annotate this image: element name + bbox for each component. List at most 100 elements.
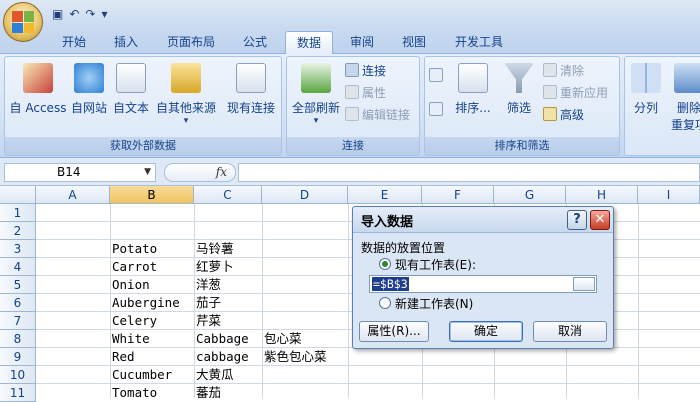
filter-button[interactable]: 筛选 [501, 63, 537, 116]
ok-button[interactable]: 确定 [449, 321, 523, 342]
advanced-button[interactable]: 高级 [543, 105, 584, 125]
properties-button[interactable]: 属性(R)... [359, 321, 429, 342]
cell-c11[interactable]: 大黄瓜 [194, 366, 234, 384]
from-access-button[interactable]: 自 Access [7, 63, 69, 116]
tab-review[interactable]: 审阅 [340, 31, 384, 54]
properties-button[interactable]: 属性 [345, 83, 386, 103]
funnel-icon [504, 63, 534, 93]
split-columns-icon [631, 63, 661, 93]
title-bar: ▣ ↶ ↷ ▾ [0, 0, 700, 28]
row-header[interactable]: 1 [0, 204, 36, 222]
cell-d9[interactable]: 包心菜 [262, 330, 302, 348]
tab-developer[interactable]: 开发工具 [446, 31, 512, 54]
properties-icon [345, 85, 359, 99]
row-header[interactable]: 8 [0, 330, 36, 348]
clear-filter-icon [543, 63, 557, 77]
connections-button[interactable]: 连接 [345, 61, 386, 81]
from-text-button[interactable]: 自文本 [111, 63, 151, 116]
column-header-b[interactable]: B [110, 186, 194, 204]
column-header-h[interactable]: H [566, 186, 638, 204]
sort-button[interactable]: 排序... [453, 63, 493, 116]
refresh-all-button[interactable]: 全部刷新 ▾ [289, 63, 343, 126]
reapply-button[interactable]: 重新应用 [543, 83, 608, 103]
column-header-c[interactable]: C [194, 186, 262, 204]
tab-data[interactable]: 数据 [285, 31, 333, 54]
cell-c4[interactable]: 马铃薯 [194, 240, 234, 258]
insert-function-button[interactable]: fx [164, 163, 236, 182]
column-header-f[interactable]: F [422, 186, 494, 204]
sort-descending-button[interactable] [429, 101, 446, 121]
clear-button[interactable]: 清除 [543, 61, 584, 81]
advanced-filter-icon [543, 107, 557, 121]
cell-c10[interactable]: cabbage [194, 348, 249, 366]
edit-links-button[interactable]: 编辑链接 [345, 105, 410, 125]
cell-b10[interactable]: Red [110, 348, 135, 366]
cell-b9[interactable]: White [110, 330, 150, 348]
range-picker-icon[interactable] [573, 277, 595, 291]
cell-b5[interactable]: Carrot [110, 258, 157, 276]
cell-c5[interactable]: 红萝卜 [194, 258, 234, 276]
from-web-button[interactable]: 自网站 [69, 63, 109, 116]
column-header-i[interactable]: I [638, 186, 700, 204]
column-header-d[interactable]: D [262, 186, 348, 204]
tab-home[interactable]: 开始 [52, 31, 96, 54]
range-input[interactable]: =$B$3 [369, 275, 597, 293]
import-data-dialog: 导入数据 ? ✕ 数据的放置位置 现有工作表(E): =$B$3 新建工作表(N… [352, 206, 614, 349]
text-to-columns-button[interactable]: 分列 [627, 63, 665, 116]
cell-b8[interactable]: Celery [110, 312, 157, 330]
existing-sheet-label[interactable]: 现有工作表(E): [395, 256, 476, 273]
cell-c9[interactable]: Cabbage [194, 330, 249, 348]
cell-c6[interactable]: 洋葱 [194, 276, 221, 294]
row-header[interactable]: 9 [0, 348, 36, 366]
chevron-down-icon[interactable]: ▼ [144, 164, 151, 181]
undo-icon[interactable]: ↶ [69, 7, 79, 21]
cell-d10[interactable]: 紫色包心菜 [262, 348, 327, 366]
column-header-a[interactable]: A [36, 186, 110, 204]
sort-ascending-button[interactable] [429, 67, 446, 87]
new-sheet-radio[interactable] [379, 297, 391, 309]
cell-c12[interactable]: 蕃茄 [194, 384, 221, 398]
office-button[interactable] [3, 2, 43, 42]
name-box[interactable]: B14 ▼ [4, 163, 156, 182]
tab-formulas[interactable]: 公式 [233, 31, 277, 54]
remove-duplicates-button[interactable]: 删除 重复项 [669, 63, 700, 133]
cell-c8[interactable]: 芹菜 [194, 312, 221, 330]
row-header[interactable]: 7 [0, 312, 36, 330]
cell-b12[interactable]: Tomato [110, 384, 157, 398]
select-all-corner[interactable] [0, 186, 36, 204]
tab-insert[interactable]: 插入 [104, 31, 148, 54]
column-header-g[interactable]: G [494, 186, 566, 204]
new-sheet-label[interactable]: 新建工作表(N) [395, 295, 473, 312]
row-header[interactable]: 6 [0, 294, 36, 312]
remove-label: 删除 [676, 101, 700, 115]
cell-b7[interactable]: Aubergine [110, 294, 180, 312]
row-header[interactable]: 2 [0, 222, 36, 240]
tab-page-layout[interactable]: 页面布局 [160, 31, 222, 54]
row-header[interactable]: 11 [0, 384, 36, 402]
tab-view[interactable]: 视图 [392, 31, 436, 54]
gridline [638, 204, 639, 398]
existing-sheet-radio[interactable] [379, 258, 391, 270]
redo-icon[interactable]: ↷ [85, 7, 95, 21]
connections-icon [236, 63, 266, 93]
column-header-e[interactable]: E [348, 186, 422, 204]
row-header[interactable]: 3 [0, 240, 36, 258]
row-header[interactable]: 10 [0, 366, 36, 384]
formula-input[interactable] [238, 163, 700, 182]
help-icon[interactable]: ? [567, 210, 587, 230]
cancel-button[interactable]: 取消 [533, 321, 607, 342]
cell-b4[interactable]: Potato [110, 240, 157, 258]
row-header[interactable]: 4 [0, 258, 36, 276]
from-access-label: 自 Access [9, 101, 67, 115]
row-header[interactable]: 5 [0, 276, 36, 294]
customize-qat-icon[interactable]: ▾ [101, 7, 107, 21]
from-other-sources-button[interactable]: 自其他来源 ▾ [153, 63, 219, 126]
cell-b6[interactable]: Onion [110, 276, 150, 294]
dialog-title-bar[interactable]: 导入数据 ? ✕ [353, 207, 613, 233]
database-icon [171, 63, 201, 93]
existing-connections-button[interactable]: 现有连接 [223, 63, 279, 116]
cell-b11[interactable]: Cucumber [110, 366, 172, 384]
save-icon[interactable]: ▣ [52, 7, 63, 21]
cell-c7[interactable]: 茄子 [194, 294, 221, 312]
close-icon[interactable]: ✕ [590, 210, 610, 230]
